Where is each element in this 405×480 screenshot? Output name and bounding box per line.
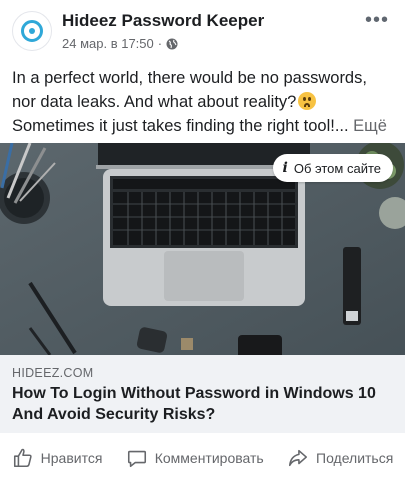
about-site-label: Об этом сайте <box>293 160 381 176</box>
post-text-line-3: Sometimes it just takes finding the righ… <box>12 117 349 135</box>
like-label: Нравится <box>40 450 103 466</box>
post-actions-bar: Нравится Комментировать Поделиться <box>0 440 405 476</box>
thumbs-up-icon <box>13 448 32 468</box>
share-icon <box>288 449 308 467</box>
link-domain: HIDEEZ.COM <box>12 366 94 380</box>
post-text-line-1: In a perfect world, there would be no pa… <box>12 69 367 87</box>
avatar[interactable] <box>12 11 52 51</box>
page-name[interactable]: Hideez Password Keeper <box>62 11 264 31</box>
post-text-line-3-wrap: Sometimes it just takes finding the righ… <box>12 114 397 138</box>
logo-dot <box>29 28 35 34</box>
see-more-link[interactable]: Ещё <box>353 117 387 135</box>
post-header: Hideez Password Keeper 24 мар. в 17:50 ·… <box>0 0 405 60</box>
share-label: Поделиться <box>316 450 394 466</box>
comment-button[interactable]: Комментировать <box>126 447 264 469</box>
link-card[interactable]: HIDEEZ.COM How To Login Without Password… <box>0 355 405 433</box>
info-icon: i <box>282 160 288 176</box>
post-text-line-2-wrap: nor data leaks. And what about reality? <box>12 90 397 114</box>
link-title: How To Login Without Password in Windows… <box>12 385 376 423</box>
like-button[interactable]: Нравится <box>12 447 103 469</box>
more-options-icon[interactable]: ••• <box>365 10 389 30</box>
post-text: In a perfect world, there would be no pa… <box>12 66 397 138</box>
post-meta: 24 мар. в 17:50 · <box>62 36 178 51</box>
post-timestamp[interactable]: 24 мар. в 17:50 <box>62 36 154 51</box>
comment-icon <box>127 450 146 468</box>
about-site-button[interactable]: i Об этом сайте <box>272 154 393 182</box>
share-button[interactable]: Поделиться <box>287 447 393 469</box>
worried-face-emoji <box>298 92 317 110</box>
post-text-line-2: nor data leaks. And what about reality? <box>12 93 297 111</box>
comment-label: Комментировать <box>154 450 264 466</box>
meta-separator: · <box>157 36 163 51</box>
globe-icon <box>166 38 178 49</box>
